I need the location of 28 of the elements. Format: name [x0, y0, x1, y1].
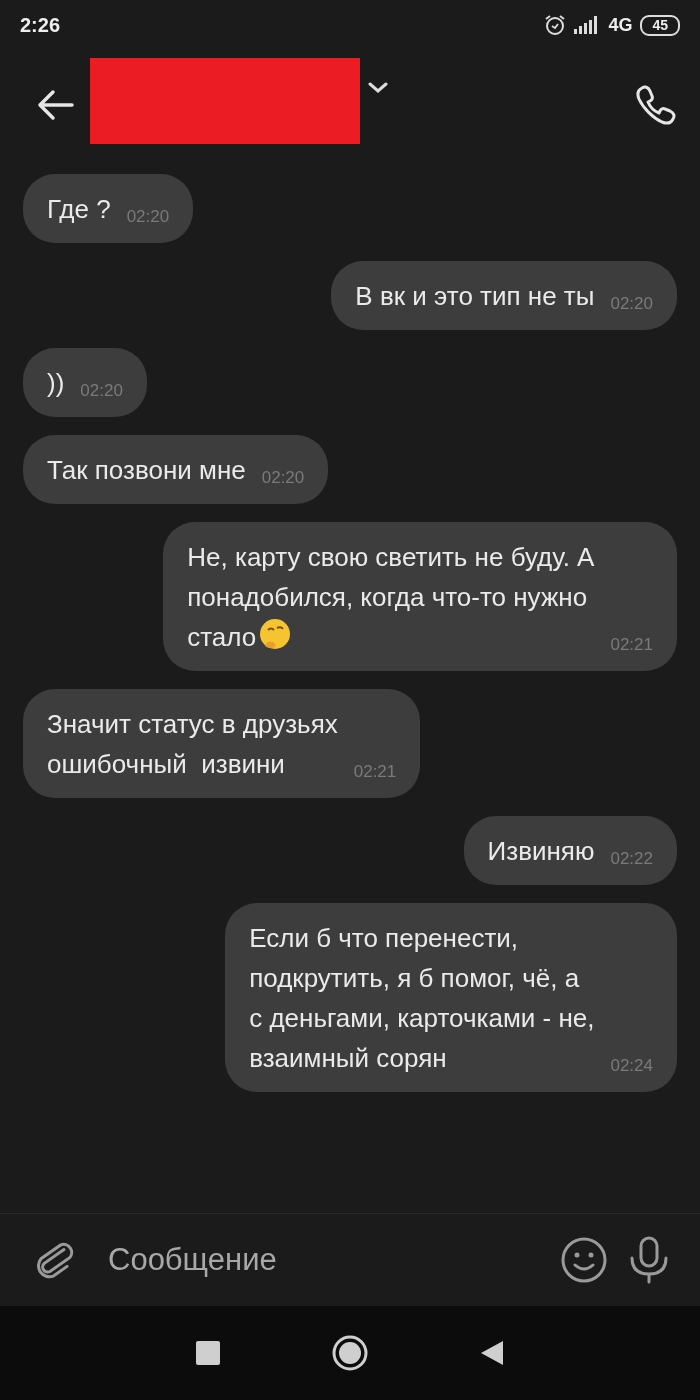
message-text: Не, карту свою светить не буду. А понадобился, когда что-то нужно стало — [187, 542, 595, 652]
message-time: 02:22 — [609, 848, 653, 870]
home-icon[interactable] — [332, 1335, 368, 1371]
network-type: 4G — [608, 14, 633, 36]
back-arrow-icon[interactable] — [36, 89, 74, 121]
message-time: 02:24 — [609, 1055, 653, 1077]
back-icon[interactable] — [480, 1340, 504, 1366]
message-time: 02:20 — [125, 206, 170, 228]
alarm-icon — [544, 14, 567, 36]
message-time: 02:21 — [609, 634, 653, 656]
message-text: Так позвони мне — [47, 455, 246, 485]
message-time: 02:20 — [260, 467, 305, 489]
message-time: 02:21 — [352, 761, 397, 783]
status-time: 2:26 — [20, 13, 61, 37]
message-input[interactable]: Сообщение — [94, 1236, 540, 1284]
message-time: 02:20 — [79, 380, 123, 402]
chevron-down-icon[interactable] — [368, 82, 388, 94]
message-time: 02:20 — [609, 293, 653, 315]
message-text: Извиняю — [487, 836, 595, 866]
message-text: )) — [47, 368, 65, 398]
microphone-icon[interactable] — [628, 1236, 670, 1284]
message-text: Значит статус в друзьях ошибочный извини — [47, 709, 338, 779]
message-text: Если б что перенести, подкрутить, я б помог, чё, а с деньгами, карточками - не, взаимный сорян — [249, 923, 595, 1073]
smiley-icon[interactable] — [560, 1236, 608, 1284]
message-text: Где ? — [47, 194, 111, 224]
message-text: В вк и это тип не ты — [355, 281, 595, 311]
battery-indicator: 45 — [640, 14, 680, 36]
phone-icon[interactable] — [634, 83, 678, 127]
